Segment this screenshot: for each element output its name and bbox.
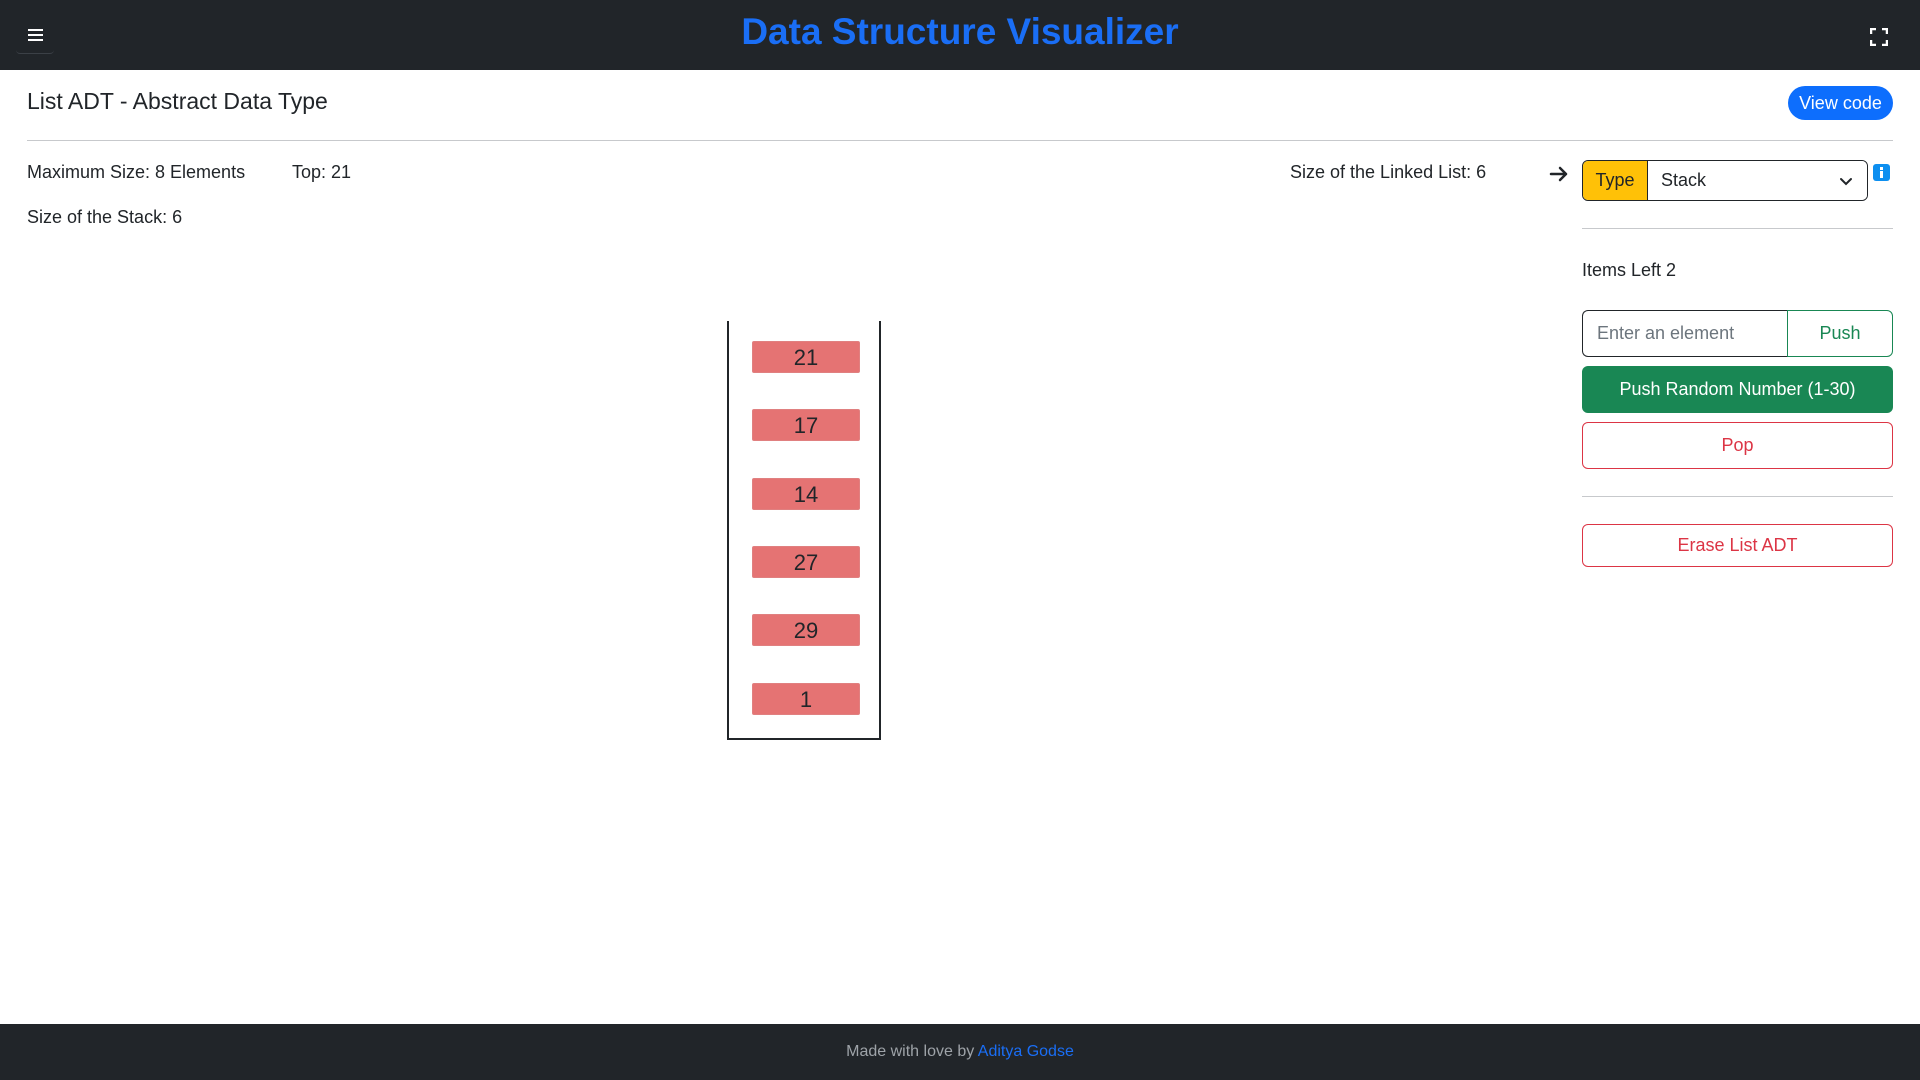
navbar: Data Structure Visualizer bbox=[0, 0, 1920, 70]
view-code-button[interactable]: View code bbox=[1788, 86, 1893, 120]
menu-button[interactable] bbox=[16, 16, 54, 54]
stack-item: 14 bbox=[752, 478, 860, 510]
stack-item: 21 bbox=[752, 341, 860, 373]
type-select[interactable]: Stack bbox=[1648, 161, 1867, 200]
footer-text: Made with love by bbox=[846, 1043, 978, 1060]
chevron-down-icon bbox=[1840, 178, 1852, 186]
type-select-value: Stack bbox=[1661, 170, 1707, 190]
stack-item: 27 bbox=[752, 546, 860, 578]
page-title: List ADT - Abstract Data Type bbox=[27, 88, 328, 114]
footer: Made with love by Aditya Godse bbox=[0, 1024, 1920, 1080]
push-input-group: Push bbox=[1582, 310, 1893, 357]
panel-divider bbox=[1582, 228, 1893, 229]
type-selector: Type Stack bbox=[1582, 160, 1868, 201]
items-left-label: Items Left 2 bbox=[1582, 260, 1677, 280]
linked-list-size-label: Size of the Linked List: 6 bbox=[1290, 162, 1487, 182]
fullscreen-button[interactable] bbox=[1866, 24, 1892, 50]
fullscreen-icon bbox=[1870, 28, 1888, 46]
author-link[interactable]: Aditya Godse bbox=[978, 1043, 1074, 1060]
arrow-right-icon bbox=[1549, 166, 1568, 182]
panel-divider bbox=[1582, 496, 1893, 497]
hamburger-icon bbox=[28, 29, 43, 41]
element-input[interactable] bbox=[1582, 310, 1787, 357]
push-random-button[interactable]: Push Random Number (1-30) bbox=[1582, 366, 1893, 413]
type-label: Type bbox=[1583, 161, 1648, 200]
stack-item: 17 bbox=[752, 409, 860, 441]
erase-button[interactable]: Erase List ADT bbox=[1582, 524, 1893, 567]
max-size-label: Maximum Size: 8 Elements bbox=[27, 162, 246, 182]
stack-size-label: Size of the Stack: 6 bbox=[27, 207, 183, 227]
pop-button[interactable]: Pop bbox=[1582, 422, 1893, 469]
app-title: Data Structure Visualizer bbox=[741, 11, 1179, 52]
stack-container: 21 17 14 27 29 1 bbox=[727, 321, 881, 740]
divider bbox=[27, 140, 1893, 141]
stack-item: 29 bbox=[752, 614, 860, 646]
stack-item: 1 bbox=[752, 683, 860, 715]
top-label: Top: 21 bbox=[292, 162, 352, 182]
push-button[interactable]: Push bbox=[1787, 310, 1893, 357]
info-icon[interactable] bbox=[1873, 164, 1890, 181]
